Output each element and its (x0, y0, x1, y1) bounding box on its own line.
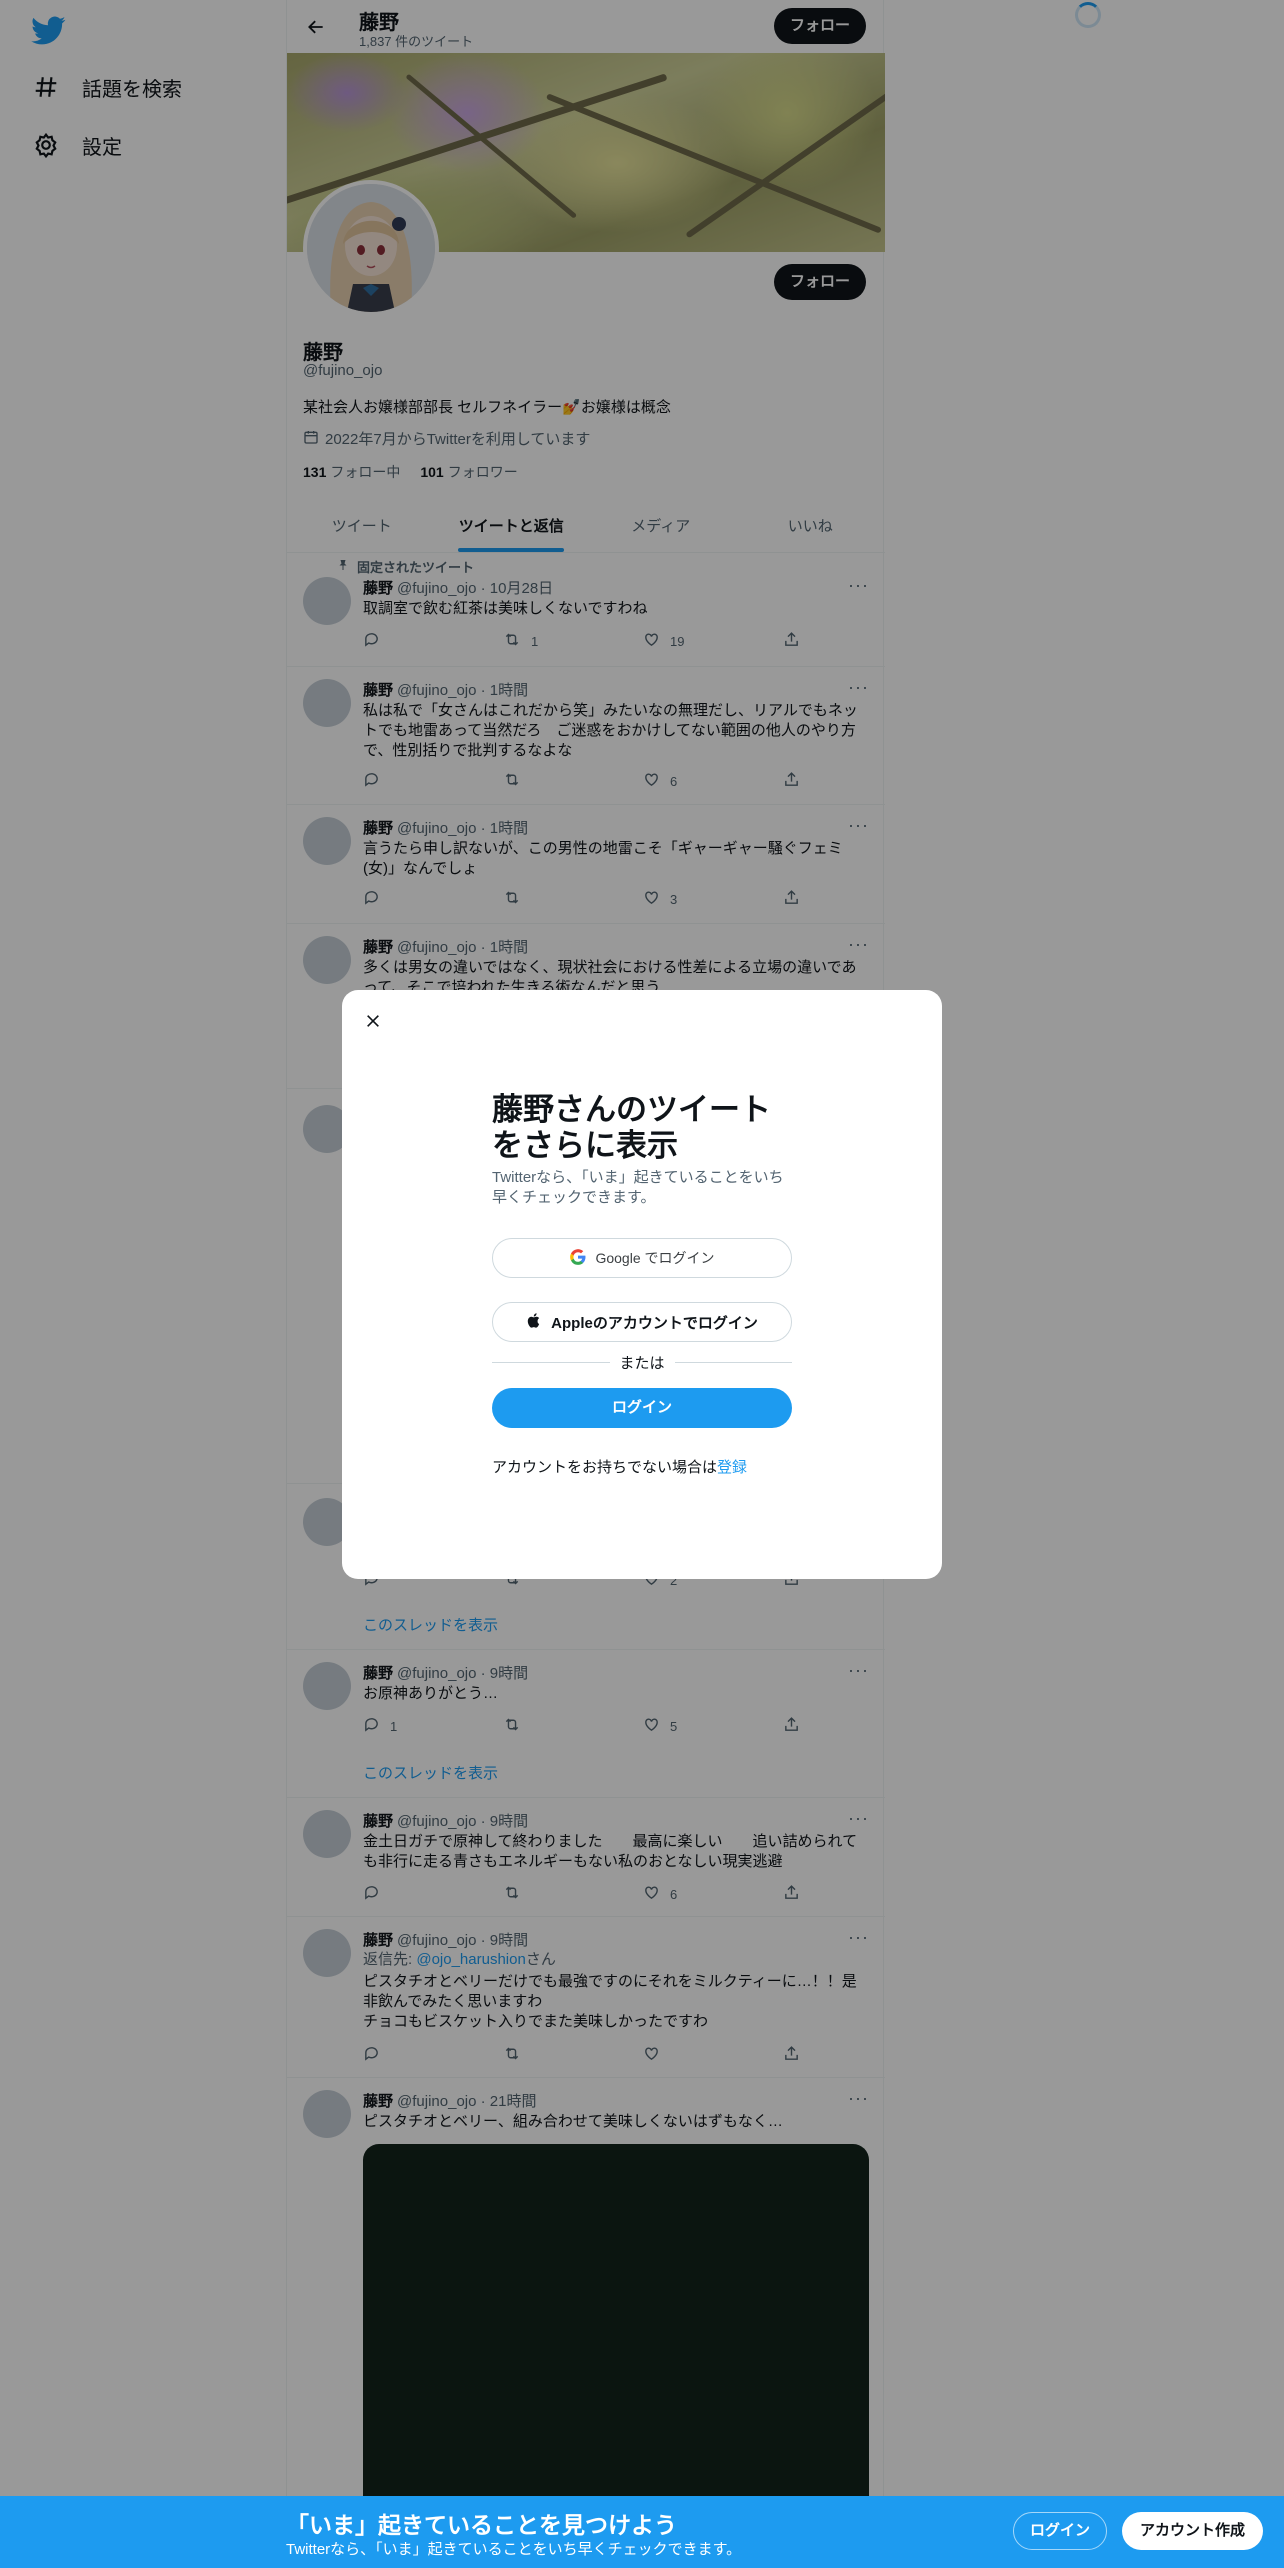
google-icon (569, 1248, 587, 1269)
signup-line: アカウントをお持ちでない場合は登録 (492, 1456, 747, 1477)
apple-login-button[interactable]: Appleのアカウントでログイン (492, 1302, 792, 1342)
modal-subtitle: Twitterなら、「いま」起きていることをいち早くチェックできます。 (492, 1169, 784, 1206)
or-divider: または (492, 1352, 793, 1373)
modal-title: 藤野さんのツイートをさらに表示 (492, 1092, 771, 1163)
login-prompt-modal: 藤野さんのツイートをさらに表示 Twitterなら、「いま」起きていることをいち… (342, 990, 942, 1579)
signup-link[interactable]: 登録 (717, 1459, 747, 1476)
bottom-login-button[interactable]: ログイン (1013, 2512, 1108, 2550)
or-label: または (619, 1355, 665, 1372)
google-login-label: Google でログイン (595, 1250, 715, 1266)
apple-login-label: Appleのアカウントでログイン (551, 1314, 758, 1332)
login-button[interactable]: ログイン (492, 1388, 792, 1428)
apple-icon (526, 1311, 543, 1334)
bottom-bar-subtitle: Twitterなら、「いま」起きていることをいち早くチェックできます。 (286, 2541, 742, 2558)
bottom-signup-button[interactable]: アカウント作成 (1122, 2512, 1264, 2550)
google-login-button[interactable]: Google でログイン (492, 1238, 792, 1278)
signup-prefix: アカウントをお持ちでない場合は (492, 1459, 718, 1476)
bottom-bar-title: 「いま」起きていることを見つけよう (286, 2512, 677, 2538)
close-icon[interactable] (356, 1004, 390, 1038)
bottom-signup-bar: 「いま」起きていることを見つけよう Twitterなら、「いま」起きていることを… (0, 2496, 1284, 2568)
